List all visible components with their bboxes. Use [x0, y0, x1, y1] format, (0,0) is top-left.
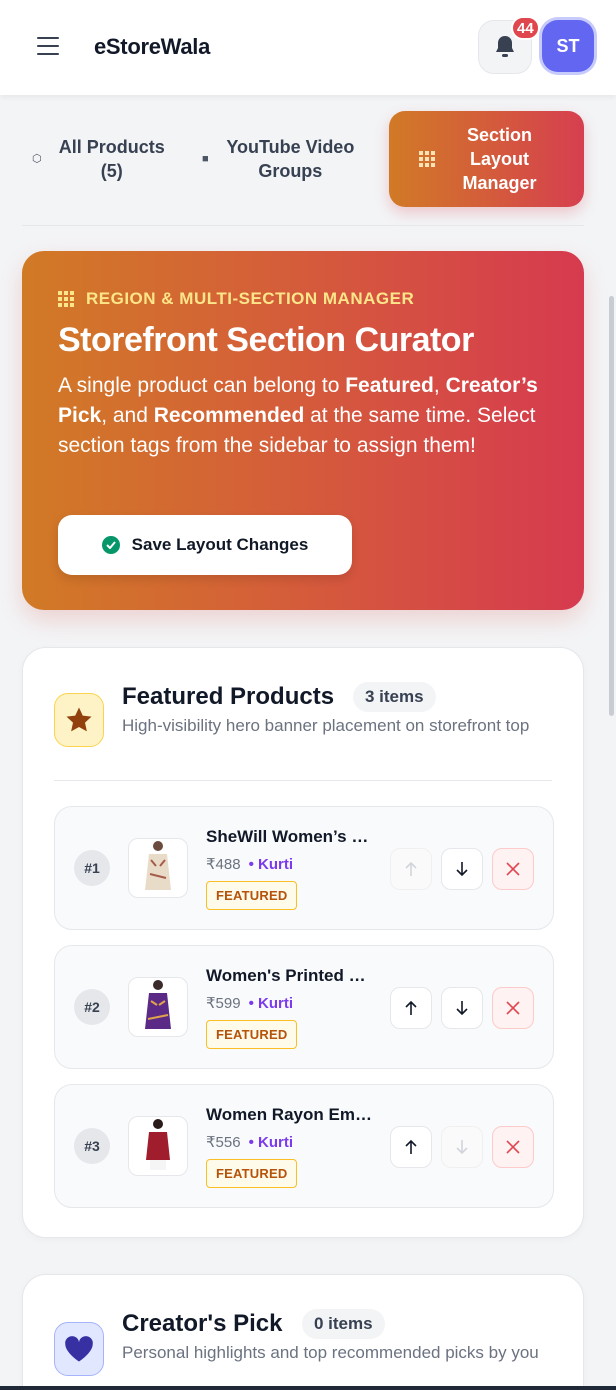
product-price: ₹488 [206, 856, 241, 873]
move-up-button[interactable] [390, 987, 432, 1029]
product-row: #3 Women Rayon Embroidered... ₹556 • Kurt… [54, 1084, 554, 1208]
desc-text: , and [101, 404, 154, 427]
arrow-down-icon [456, 1140, 468, 1155]
featured-tag: FEATURED [206, 1020, 298, 1049]
app-header: eStoreWala 44 ST [0, 0, 616, 95]
close-icon [506, 1001, 520, 1015]
save-layout-label: Save Layout Changes [131, 535, 309, 554]
close-icon [506, 1140, 520, 1154]
hero-eyebrow: REGION & MULTI-SECTION MANAGER [58, 289, 414, 309]
move-up-button[interactable] [390, 1126, 432, 1168]
product-thumbnail[interactable] [128, 977, 188, 1037]
remove-button[interactable] [492, 848, 534, 890]
hero-description: A single product can belong to Featured,… [58, 371, 558, 461]
product-price: ₹599 [206, 995, 241, 1012]
grid-icon [418, 151, 435, 167]
product-row: #2 Women's Printed Rayon... ₹599• Kurti … [54, 945, 554, 1069]
arrow-up-icon [405, 1139, 417, 1154]
divider [22, 225, 584, 226]
arrow-down-icon [456, 862, 468, 877]
product-meta: ₹599 • Kurti [206, 994, 293, 1013]
product-category: • Kurti [248, 855, 293, 873]
tab-all-products[interactable]: ⬡ All Products (5) [32, 111, 172, 207]
desc-recommended: Recommended [153, 404, 305, 427]
rank-badge: #2 [74, 989, 110, 1025]
featured-tag: FEATURED [206, 881, 298, 910]
star-icon [54, 693, 104, 747]
save-layout-button[interactable]: Save Layout Changes [58, 515, 352, 575]
section-count-badge: 0 items [302, 1309, 385, 1339]
close-icon [506, 862, 520, 876]
arrow-down-icon [456, 1001, 468, 1016]
arrow-up-icon [405, 861, 417, 876]
arrow-up-icon [405, 1000, 417, 1015]
check-circle-icon [101, 536, 120, 554]
product-meta: ₹488 • Kurti [206, 855, 293, 874]
desc-text: A single product can belong to [58, 374, 346, 397]
product-category: • Kurti [248, 1133, 293, 1151]
menu-icon[interactable] [37, 37, 61, 57]
notification-count-badge: 44 [511, 16, 540, 40]
heart-icon [54, 1322, 104, 1376]
tab-label: Section Layout Manager [462, 125, 537, 193]
product-name: Women Rayon Embroidered... [206, 1105, 376, 1124]
product-row: #1 SheWill Women’s Printed... ₹488 • Kurt… [54, 806, 554, 930]
tab-youtube-video-groups[interactable]: ■ YouTube Video Groups [202, 111, 362, 207]
avatar[interactable]: ST [542, 20, 594, 72]
grid-icon [58, 291, 74, 307]
tab-bar: ⬡ All Products (5) ■ YouTube Video Group… [22, 111, 584, 207]
remove-button[interactable] [492, 987, 534, 1029]
bottom-edge [0, 1386, 616, 1390]
hero-title: Storefront Section Curator [58, 321, 474, 359]
section-featured-products: Featured Products 3 items High-visibilit… [22, 647, 584, 1238]
move-down-button[interactable] [441, 1126, 483, 1168]
move-down-button[interactable] [441, 848, 483, 890]
scrollbar[interactable] [609, 296, 614, 716]
product-category: • Kurti [248, 994, 293, 1012]
product-name: SheWill Women’s Printed... [206, 827, 376, 846]
section-description: Personal highlights and top recommended … [122, 1343, 539, 1362]
rank-badge: #1 [74, 850, 110, 886]
section-creators-pick: Creator's Pick 0 items Personal highligh… [22, 1274, 584, 1390]
bell-icon [496, 36, 514, 57]
hero-eyebrow-text: REGION & MULTI-SECTION MANAGER [86, 289, 415, 308]
product-meta: ₹556 • Kurti [206, 1133, 293, 1152]
product-thumbnail[interactable] [128, 838, 188, 898]
section-title: Creator's Pick [122, 1310, 283, 1337]
divider [54, 780, 552, 781]
remove-button[interactable] [492, 1126, 534, 1168]
section-count-badge: 3 items [353, 682, 436, 712]
video-icon: ■ [202, 153, 209, 165]
featured-tag: FEATURED [206, 1159, 298, 1188]
section-description: High-visibility hero banner placement on… [122, 716, 530, 735]
product-thumbnail[interactable] [128, 1116, 188, 1176]
move-down-button[interactable] [441, 987, 483, 1029]
tab-label: YouTube Video Groups [226, 137, 355, 181]
desc-featured: Featured [345, 374, 434, 397]
hero-banner: REGION & MULTI-SECTION MANAGER Storefron… [22, 251, 584, 610]
desc-text: , [433, 374, 446, 397]
tab-section-layout-manager[interactable]: Section Layout Manager [389, 111, 584, 207]
product-price: ₹556 [206, 1134, 241, 1151]
section-title: Featured Products [122, 683, 335, 710]
rank-badge: #3 [74, 1128, 110, 1164]
move-up-button[interactable] [390, 848, 432, 890]
box-icon: ⬡ [32, 153, 42, 165]
product-name: Women's Printed Rayon... [206, 966, 376, 985]
tab-label: All Products (5) [58, 137, 165, 181]
brand-name: eStoreWala [94, 34, 211, 59]
